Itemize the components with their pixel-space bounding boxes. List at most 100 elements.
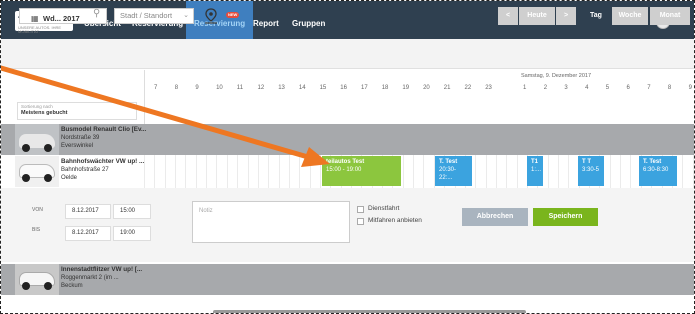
hour-label: 12	[257, 85, 265, 91]
booking-title: teilautos Test	[326, 159, 365, 165]
grid-line	[506, 155, 508, 188]
von-label: VON	[32, 207, 43, 213]
bis-date-input[interactable]: 8.12.2017	[65, 226, 111, 241]
car-image	[15, 124, 59, 155]
map-pin-icon[interactable]	[204, 7, 218, 25]
dienstfahrt-label: Dienstfahrt	[368, 205, 400, 212]
car-city: Everswinkel	[61, 143, 94, 149]
today-button[interactable]: Heute	[519, 7, 555, 25]
grid-line	[475, 155, 477, 188]
sort-select[interactable]: Sortierung nach Meistens gebucht	[17, 102, 137, 120]
von-date-input[interactable]: 8.12.2017	[65, 204, 111, 219]
hour-label: 7	[647, 85, 651, 91]
grid-line	[682, 155, 684, 188]
hour-label: 8	[174, 85, 179, 91]
grid-line	[547, 155, 549, 188]
hour-label: 18	[381, 85, 389, 91]
bis-time-input[interactable]: 19:00	[113, 226, 151, 241]
car-street: Bahnhofstraße 27	[61, 167, 109, 173]
grid-line	[485, 155, 487, 188]
date-header	[1, 70, 144, 100]
grid-line	[226, 155, 228, 188]
hour-label: 6	[626, 85, 630, 91]
grid-line	[288, 155, 290, 188]
car-name[interactable]: Busmodel Renault Clio [Ev...	[61, 126, 146, 133]
grid-line	[154, 155, 156, 188]
grid-line	[278, 155, 280, 188]
logo-tagline: UNSERE AUTOS. IHRE MOBILITÄT.	[18, 25, 62, 34]
booking-title: T T	[582, 159, 591, 165]
grid-line	[164, 155, 166, 188]
app-frame: teilautos UNSERE AUTOS. IHRE MOBILITÄT. …	[0, 0, 695, 314]
grid-line	[206, 155, 208, 188]
booking-title: T. Test	[439, 159, 458, 165]
car-city: Oelde	[61, 175, 78, 181]
car-name[interactable]: Bahnhofswächter VW up! ...	[61, 158, 144, 165]
hour-label: 17	[361, 85, 368, 91]
save-button[interactable]: Speichern	[533, 208, 598, 226]
hour-label: 5	[605, 85, 610, 91]
horizontal-scrollbar[interactable]	[213, 310, 526, 313]
grid-line	[558, 155, 559, 188]
grid-line	[402, 155, 404, 188]
hour-label: 16	[340, 85, 347, 91]
booking-title: T1	[531, 159, 539, 165]
grid-line	[692, 155, 694, 188]
hour-label: 10	[216, 85, 223, 91]
sort-value: Meistens gebucht	[21, 110, 68, 116]
next-button[interactable]: >	[556, 7, 576, 25]
car-image	[15, 156, 59, 187]
booking-block[interactable]: teilautos Test 15:00 - 19:00	[322, 156, 401, 186]
grid-line	[568, 155, 570, 188]
booking-block[interactable]: T T 3:30-5	[578, 156, 604, 186]
location-select[interactable]: Stadt / Standort ⌄	[114, 8, 194, 24]
view-woche[interactable]: Woche	[612, 7, 648, 25]
car-name[interactable]: Innenstadtflitzer VW up! [...	[61, 266, 142, 273]
nav-reservierung-active[interactable]: Reservierung NEW	[186, 1, 254, 39]
view-monat[interactable]: Monat	[650, 7, 690, 25]
bis-label: BIS	[32, 227, 41, 233]
grid-line	[630, 155, 632, 188]
booking-time: 1:...	[531, 167, 542, 173]
mitfahren-checkbox[interactable]	[357, 218, 364, 225]
grid-line	[237, 155, 239, 188]
location-select-label: Stadt / Standort	[120, 11, 173, 20]
von-time-input[interactable]: 15:00	[113, 204, 151, 219]
nav-gruppen[interactable]: Gruppen	[292, 1, 325, 39]
hour-label: 19	[402, 85, 410, 91]
search-icon[interactable]: ⚲	[93, 8, 100, 19]
hour-label: 15	[319, 85, 327, 91]
grid-line	[216, 155, 218, 188]
grid-line	[620, 155, 622, 188]
grid-line	[319, 155, 321, 188]
hour-label: 13	[278, 85, 285, 91]
booking-time: 3:30-5	[582, 167, 600, 173]
grid-line	[257, 155, 259, 188]
prev-button[interactable]: <	[498, 7, 518, 25]
grid-line	[144, 155, 145, 188]
nav-report[interactable]: Report	[253, 1, 279, 39]
booking-time: 20:30-22:...	[439, 167, 457, 181]
view-tag[interactable]: Tag	[582, 7, 610, 25]
grid-line	[195, 155, 197, 188]
grid-line	[516, 155, 518, 188]
car-timeline[interactable]	[144, 155, 694, 188]
notiz-textarea[interactable]: Notiz	[192, 201, 350, 243]
cancel-button[interactable]: Abbrechen	[462, 208, 528, 226]
hour-label: 11	[236, 85, 244, 91]
mitfahren-label: Mitfahren anbieten	[368, 217, 422, 224]
hour-label: 4	[585, 85, 589, 91]
current-date[interactable]: Wd... 2017	[43, 14, 80, 23]
booking-block[interactable]: T. Test 6:30-8:30	[639, 156, 677, 186]
booking-time: 6:30-8:30	[643, 167, 669, 173]
booking-block[interactable]: T. Test 20:30-22:...	[435, 156, 472, 186]
grid-line	[423, 155, 425, 188]
dienstfahrt-checkbox[interactable]	[357, 206, 364, 213]
hour-label: 23	[485, 85, 492, 91]
booking-block[interactable]: T1 1:...	[527, 156, 543, 186]
nav-reservierung-active-label: Reservierung	[194, 19, 246, 28]
grid-line	[495, 155, 497, 188]
chevron-down-icon: ⌄	[183, 12, 189, 19]
hour-label: 2	[543, 85, 548, 91]
calendar-icon[interactable]: ▦	[31, 14, 39, 23]
